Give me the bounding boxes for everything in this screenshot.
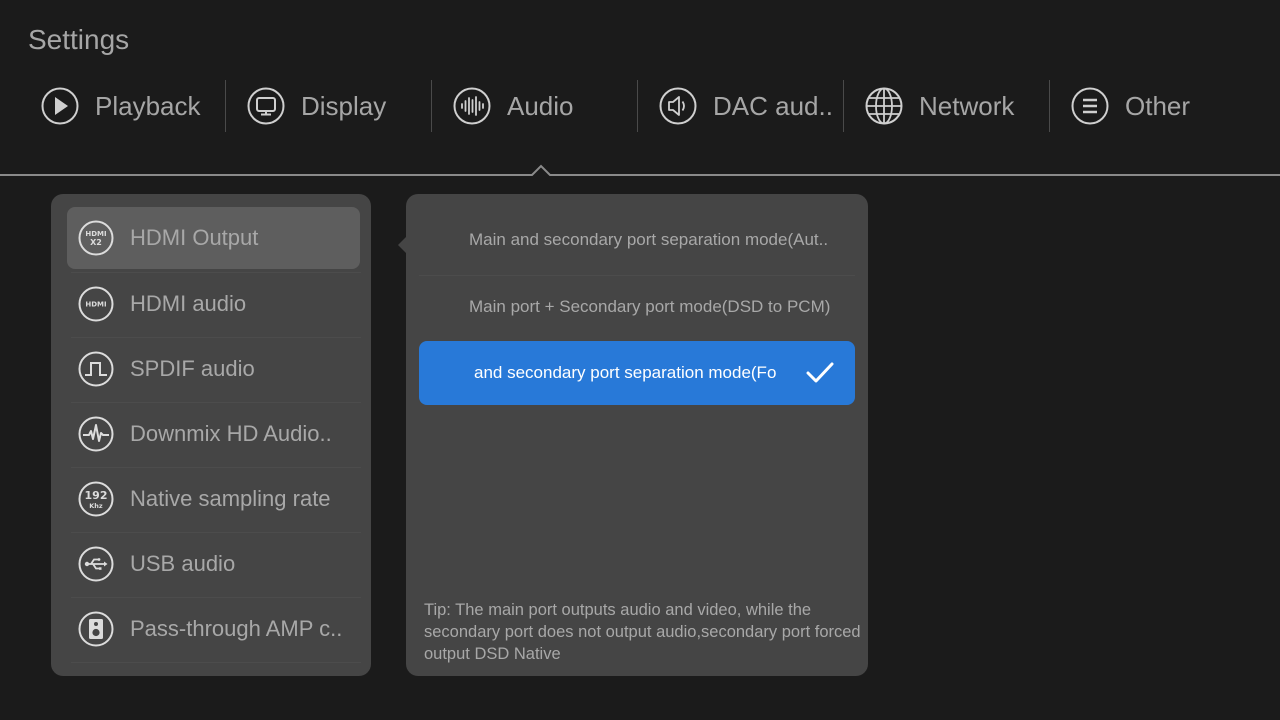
tip-text: Tip: The main port outputs audio and vid… (424, 601, 861, 663)
tab-display[interactable]: Display (247, 78, 386, 134)
menu-item-label: SPDIF audio (130, 356, 255, 381)
speaker-icon (659, 87, 697, 125)
menu-item-usb-audio[interactable]: USB audio (67, 533, 360, 595)
tab-label: DAC aud.. (713, 90, 833, 121)
monitor-icon (247, 87, 285, 125)
tab-divider (225, 80, 226, 132)
svg-text:192: 192 (85, 489, 108, 502)
option-separation-forced[interactable]: and secondary port separation mode(Fo (419, 341, 855, 405)
menu-item-native-sampling-rate[interactable]: 192 Khz Native sampling rate (67, 468, 360, 530)
tab-label: Display (301, 90, 387, 121)
option-dsd-to-pcm[interactable]: Main port + Secondary port mode(DSD to P… (419, 275, 855, 339)
tab-label: Playback (95, 90, 201, 121)
tab-other[interactable]: Other (1071, 78, 1190, 134)
tab-network[interactable]: Network (865, 78, 1014, 134)
menu-item-label: Native sampling rate (130, 486, 331, 511)
tab-label: Audio (507, 90, 574, 121)
menu-item-pass-through-amp[interactable]: Pass-through AMP c.. (67, 598, 360, 660)
audio-settings-menu: HDMI X2 HDMI Output HDMI HDMI audio SPDI… (51, 194, 371, 676)
tab-divider (843, 80, 844, 132)
option-label: and secondary port separation mode(Fo (474, 363, 777, 382)
tab-label: Network (919, 90, 1015, 121)
play-icon (41, 87, 79, 125)
menu-item-label: Pass-through AMP c.. (130, 616, 343, 641)
hdmi-icon: HDMI (78, 286, 114, 322)
tab-dac-audio[interactable]: DAC aud.. (659, 78, 833, 134)
menu-item-label: HDMI audio (130, 291, 247, 316)
tab-audio[interactable]: Audio (453, 78, 574, 134)
192khz-icon: 192 Khz (78, 481, 114, 517)
category-tabs: Playback Display Audio DAC aud.. Network… (0, 78, 1280, 134)
globe-icon (865, 87, 903, 125)
option-separation-auto[interactable]: Main and secondary port separation mode(… (419, 208, 855, 272)
speaker-box-icon (78, 611, 114, 647)
tab-divider (431, 80, 432, 132)
option-label: Main port + Secondary port mode(DSD to P… (469, 297, 831, 316)
tab-playback[interactable]: Playback (41, 78, 201, 134)
tab-divider (1049, 80, 1050, 132)
menu-item-label: Downmix HD Audio.. (130, 421, 332, 446)
menu-item-label: USB audio (130, 551, 236, 576)
square-wave-icon (78, 351, 114, 387)
hdmi-x2-icon: HDMI X2 (78, 220, 114, 256)
waveform-icon (78, 416, 114, 452)
menu-item-spdif-audio[interactable]: SPDIF audio (67, 338, 360, 400)
checkmark-icon (806, 362, 834, 383)
svg-text:HDMI: HDMI (85, 301, 106, 309)
menu-item-hdmi-output[interactable]: HDMI X2 HDMI Output (67, 207, 360, 269)
page-title: Settings (28, 24, 130, 55)
menu-lines-icon (1071, 87, 1109, 125)
hdmi-output-options: Main and secondary port separation mode(… (406, 194, 868, 676)
tab-divider (637, 80, 638, 132)
svg-text:Khz: Khz (89, 502, 103, 510)
option-label: Main and secondary port separation mode(… (469, 230, 829, 249)
tab-label: Other (1125, 90, 1191, 121)
svg-text:X2: X2 (90, 238, 102, 247)
active-tab-indicator (0, 164, 1280, 176)
menu-item-downmix-hd-audio[interactable]: Downmix HD Audio.. (67, 403, 360, 465)
menu-divider (71, 662, 361, 663)
menu-item-hdmi-audio[interactable]: HDMI HDMI audio (67, 273, 360, 335)
usb-icon (78, 546, 114, 582)
menu-item-label: HDMI Output (130, 225, 259, 250)
audio-wave-icon (453, 87, 491, 125)
svg-text:HDMI: HDMI (85, 230, 106, 238)
